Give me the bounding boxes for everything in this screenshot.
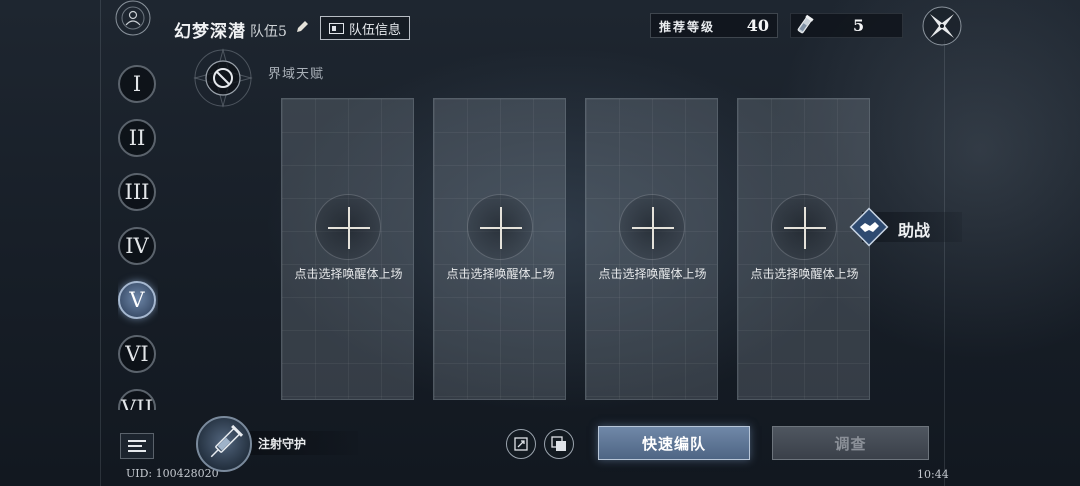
member-slot-2[interactable]: 点击选择唤醒体上场 [433,98,566,400]
handshake-icon[interactable] [847,205,891,249]
nav-team-5[interactable]: V [118,281,156,319]
menu-line [128,445,142,447]
menu-list-button[interactable] [120,433,154,459]
plus-icon [348,207,350,249]
recommended-level-label: 推荐等级 [659,20,716,34]
member-slot-1[interactable]: 点击选择唤醒体上场 [281,98,414,400]
copy-team-button[interactable] [544,429,574,459]
team-number: 队伍5 [250,24,287,40]
syringe-skill-icon[interactable] [196,416,252,472]
recommended-level-value: 40 [746,16,769,35]
resource-counter[interactable]: 5 [790,13,903,38]
skill-label: 注射守护 [258,437,307,451]
nav-team-4[interactable]: IV [118,227,156,265]
quick-formation-button[interactable]: 快速编队 [598,426,750,460]
talent-label: 界域天赋 [268,67,325,82]
team-info-label: 队伍信息 [348,22,401,38]
team-emblem-icon [108,0,158,42]
menu-line [128,440,146,442]
menu-line [128,450,146,452]
auto-icon [514,437,528,451]
team-name: 幻梦深潜 [174,22,246,42]
slot-hint: 点击选择唤醒体上场 [446,267,555,281]
talent-emblem[interactable] [183,48,263,128]
frame-line-left [100,0,101,486]
nav-team-7[interactable]: VII [118,389,156,410]
edit-pencil-icon[interactable] [294,19,310,35]
nav-team-1[interactable]: I [118,65,156,103]
team-info-button[interactable]: 队伍信息 [320,16,410,40]
copy-icon [551,436,566,451]
nav-team-6[interactable]: VI [118,335,156,373]
close-compass-icon[interactable] [920,4,964,48]
vial-icon [793,14,815,38]
investigate-button[interactable]: 调查 [772,426,929,460]
clock-time: 10:44 [917,468,949,481]
resource-count: 5 [853,16,865,35]
slot-hint: 点击选择唤醒体上场 [294,267,403,281]
frame-line-right [944,40,945,486]
member-slot-3[interactable]: 点击选择唤醒体上场 [585,98,718,400]
nav-team-3[interactable]: III [118,173,156,211]
support-label: 助战 [898,221,931,240]
recommended-level: 推荐等级 40 [650,13,778,38]
plus-icon [500,207,502,249]
id-card-icon [328,22,344,34]
slot-hint: 点击选择唤醒体上场 [598,267,707,281]
plus-icon [652,207,654,249]
nav-team-2[interactable]: II [118,119,156,157]
slot-hint: 点击选择唤醒体上场 [750,267,859,281]
team-side-nav: I II III IV V VI VII [118,65,158,410]
auto-select-button[interactable] [506,429,536,459]
plus-icon [804,207,806,249]
